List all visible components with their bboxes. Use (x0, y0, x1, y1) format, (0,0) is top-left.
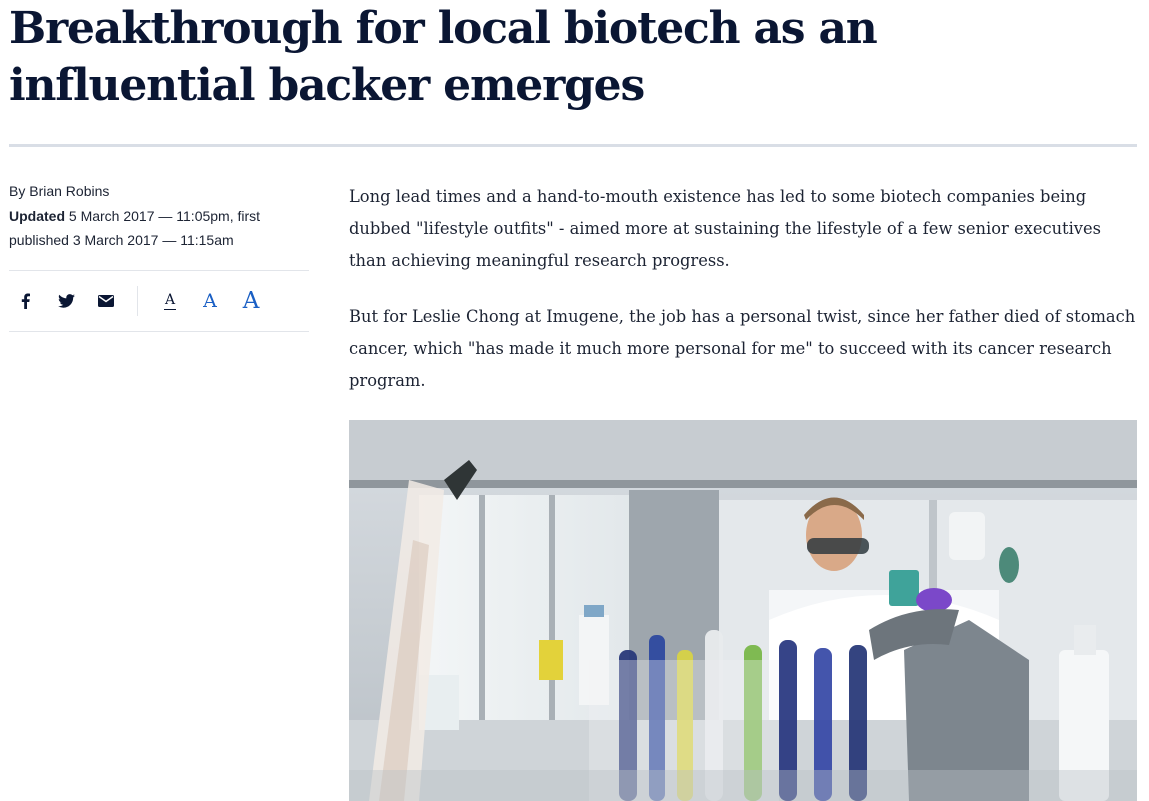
font-size-medium-button[interactable]: A (197, 272, 223, 330)
font-size-small-button[interactable]: A (157, 272, 183, 330)
toolbar-divider (137, 286, 138, 316)
article-paragraph: Long lead times and a hand-to-mouth exis… (349, 187, 1101, 270)
font-size-medium-label: A (203, 289, 217, 312)
facebook-share-button[interactable] (13, 272, 37, 330)
facebook-icon (21, 293, 30, 309)
email-icon (98, 295, 114, 307)
twitter-share-button[interactable] (53, 272, 79, 330)
byline: By Brian Robins (9, 183, 110, 199)
font-size-small-label: A (163, 291, 177, 310)
email-share-button[interactable] (93, 272, 119, 330)
article-photo (349, 420, 1137, 801)
font-size-large-button[interactable]: A (237, 272, 265, 330)
twitter-icon (57, 294, 75, 308)
font-size-large-label: A (242, 287, 260, 314)
updated-label: Updated (9, 208, 65, 224)
article-body: Long lead times and a hand-to-mouth exis… (349, 181, 1141, 421)
meta-divider-bottom (9, 331, 309, 332)
share-toolbar: A A A (9, 272, 309, 330)
article-headline: Breakthrough for local biotech as an inf… (9, 3, 878, 111)
meta-divider-top (9, 270, 309, 271)
article-meta: By Brian Robins Updated 5 March 2017 — 1… (9, 180, 309, 252)
headline-divider (9, 144, 1137, 147)
article-paragraph: But for Leslie Chong at Imugene, the job… (349, 307, 1136, 390)
publish-dates: Updated 5 March 2017 — 11:05pm, first pu… (9, 204, 309, 252)
